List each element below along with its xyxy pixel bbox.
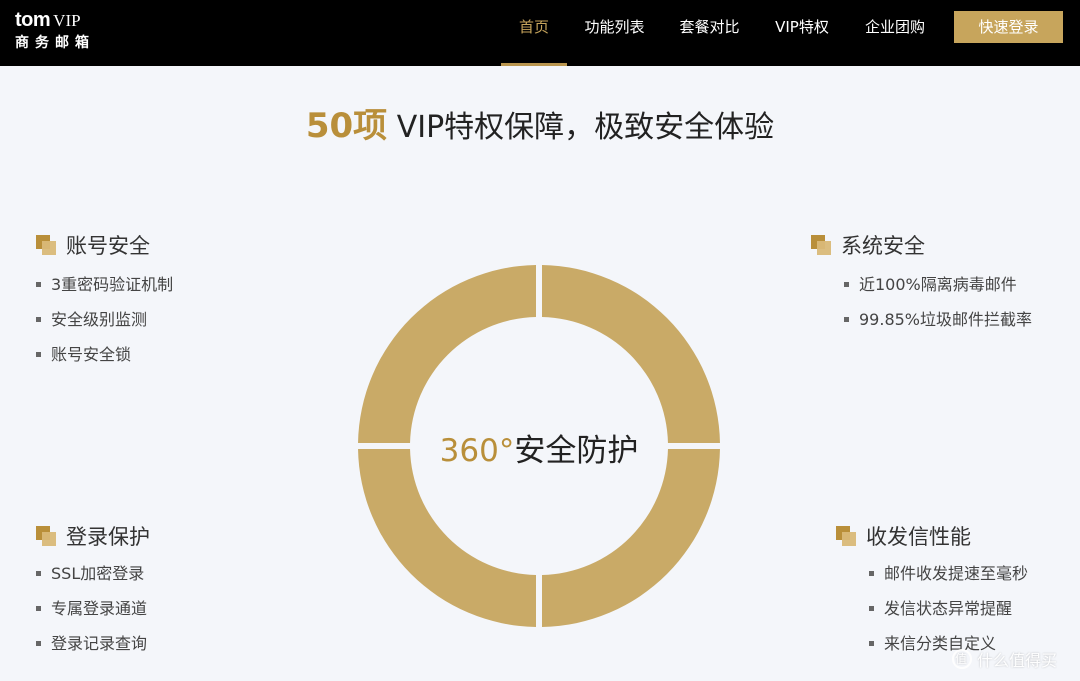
nav-plan-compare-label: 套餐对比 (679, 18, 740, 36)
login-protection-title: 登录保护 (66, 525, 150, 549)
nav-plan-compare[interactable]: 套餐对比 (672, 0, 747, 66)
ring-degree: 360° (439, 433, 515, 469)
quick-login-button[interactable]: 快速登录 (954, 11, 1063, 43)
watermark-text: 什么值得买 (977, 651, 1058, 670)
nav-home-label: 首页 (518, 18, 549, 36)
list-item: 近100%隔离病毒邮件 (844, 267, 1032, 302)
list-item: 登录记录查询 (36, 626, 150, 661)
stacked-squares-icon (811, 235, 833, 255)
zhi-badge-icon (952, 649, 972, 669)
ring-segment-top-right (541, 265, 720, 444)
account-security-title: 账号安全 (66, 234, 150, 258)
ring-segment-bottom-right (541, 448, 720, 627)
logo-brand: tom (15, 9, 51, 31)
nav-feature-list-label: 功能列表 (584, 18, 645, 36)
headline-number: 50项 (305, 106, 388, 146)
login-protection-block: 登录保护 SSL加密登录 专属登录通道 登录记录查询 (36, 522, 150, 661)
list-item: SSL加密登录 (36, 556, 150, 591)
ring-segment-bottom-left (358, 448, 537, 627)
mail-performance-block: 收发信性能 邮件收发提速至毫秒 发信状态异常提醒 来信分类自定义 (836, 522, 1028, 661)
nav-active-indicator (501, 63, 567, 66)
list-item: 3重密码验证机制 (36, 267, 173, 302)
logo-subtitle: 商务邮箱 (15, 35, 95, 51)
tom-vip-logo[interactable]: tom VIP 商务邮箱 (15, 9, 95, 52)
watermark: 什么值得买 (952, 647, 1057, 671)
nav-feature-list[interactable]: 功能列表 (577, 0, 652, 66)
list-item: 专属登录通道 (36, 591, 150, 626)
list-item: 账号安全锁 (36, 337, 173, 372)
stacked-squares-icon (836, 526, 858, 546)
list-item: 安全级别监测 (36, 302, 173, 337)
system-security-block: 系统安全 近100%隔离病毒邮件 99.85%垃圾邮件拦截率 (811, 231, 1032, 337)
nav-vip-privileges-label: VIP特权 (775, 18, 829, 36)
nav-enterprise-group-label: 企业团购 (864, 18, 925, 36)
list-item: 发信状态异常提醒 (869, 591, 1028, 626)
list-item: 邮件收发提速至毫秒 (869, 556, 1028, 591)
stacked-squares-icon (36, 526, 58, 546)
nav-vip-privileges[interactable]: VIP特权 (767, 0, 837, 66)
top-navigation-bar: tom VIP 商务邮箱 首页 功能列表 套餐对比 VIP特权 企业团购 快速登… (0, 0, 1080, 66)
stacked-squares-icon (36, 235, 58, 255)
system-security-title: 系统安全 (841, 234, 925, 258)
ring-text: 安全防护 (514, 433, 639, 469)
page-headline: 50项 VIP特权保障，极致安全体验 (0, 98, 1080, 147)
headline-text: VIP特权保障，极致安全体验 (387, 110, 775, 145)
ring-segment-top-left (358, 265, 537, 444)
ring-center-label: 360°安全防护 (358, 425, 720, 470)
mail-performance-title: 收发信性能 (866, 525, 971, 549)
list-item: 99.85%垃圾邮件拦截率 (844, 302, 1032, 337)
logo-vip: VIP (53, 11, 81, 30)
account-security-block: 账号安全 3重密码验证机制 安全级别监测 账号安全锁 (36, 231, 173, 372)
nav-enterprise-group[interactable]: 企业团购 (857, 0, 933, 66)
nav-home[interactable]: 首页 (501, 0, 567, 66)
